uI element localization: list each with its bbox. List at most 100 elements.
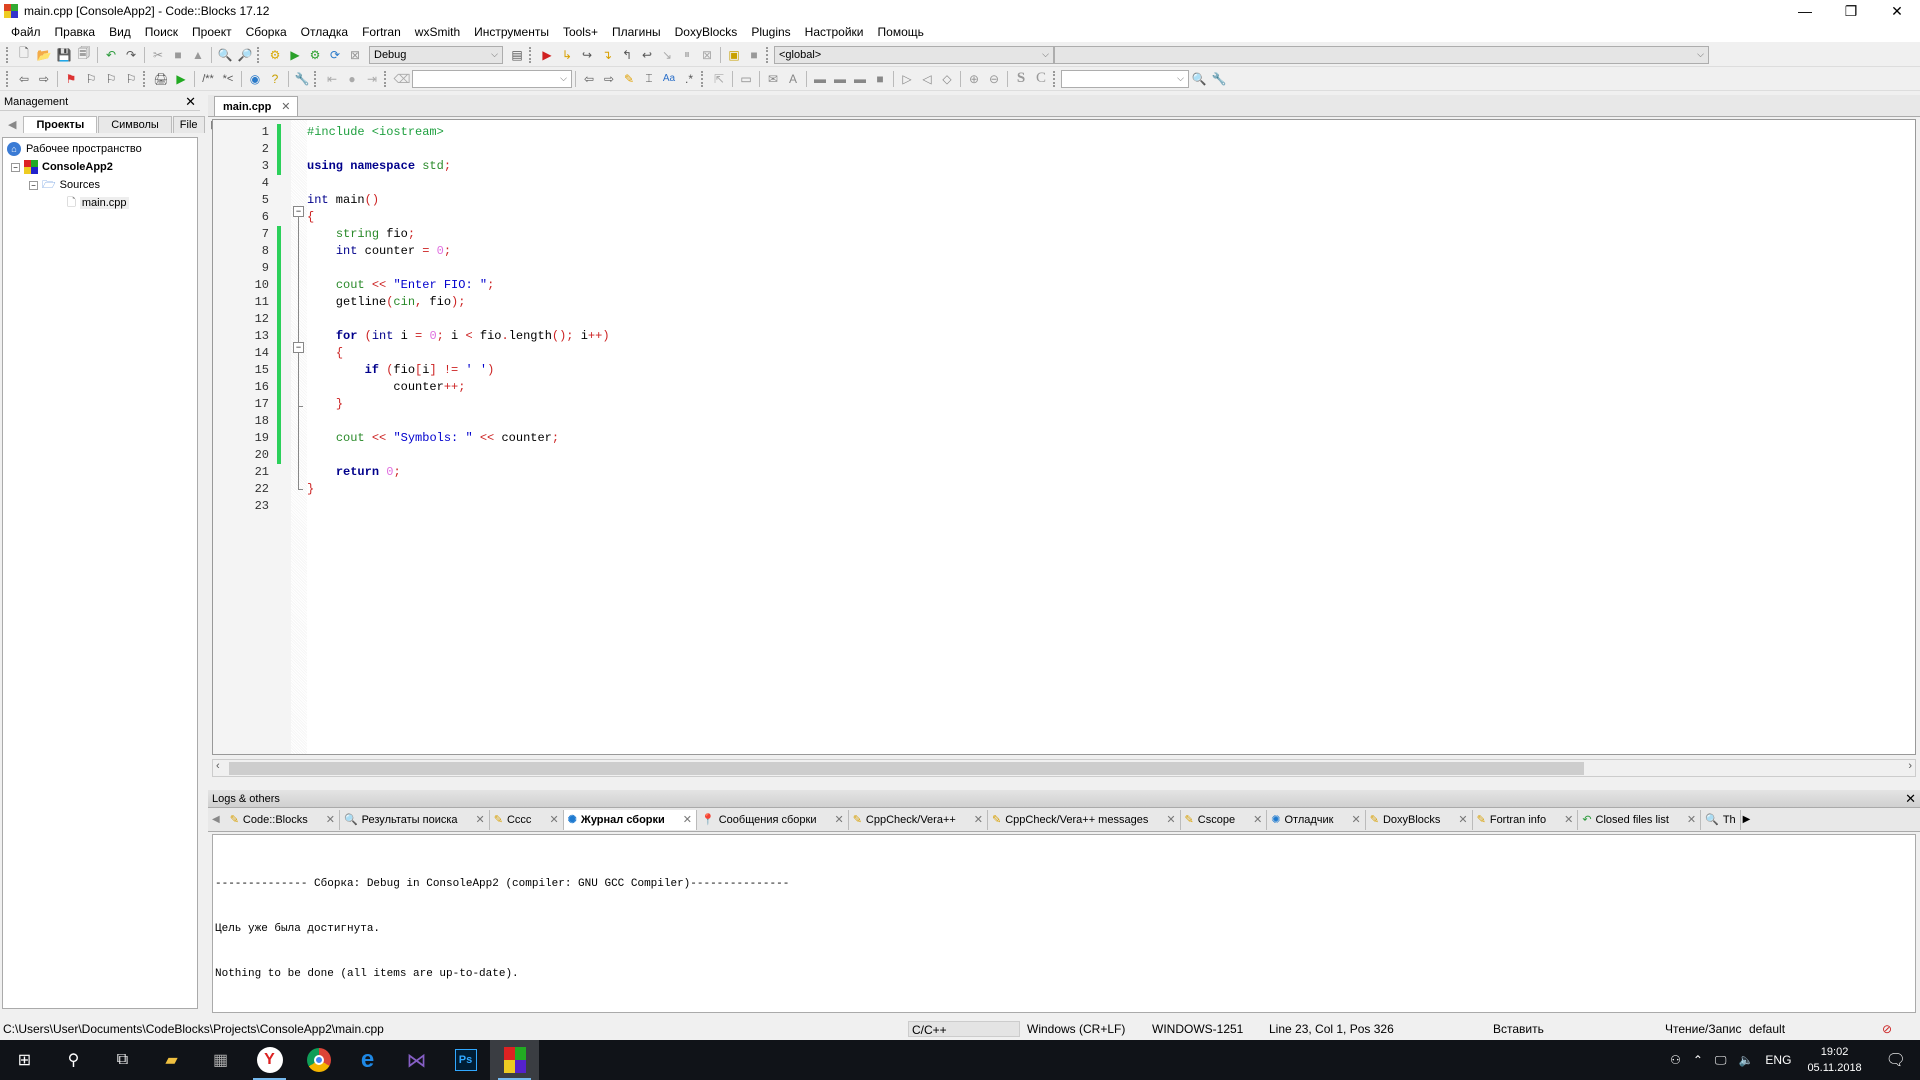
run-icon[interactable]: ▶ [285, 46, 305, 64]
task-view-icon[interactable]: ⧉ [98, 1040, 147, 1080]
s-icon[interactable]: S [1011, 70, 1031, 88]
yandex-browser-icon[interactable]: Y [245, 1040, 294, 1080]
config-wrench-icon[interactable]: 🔧 [292, 70, 312, 88]
zoom-out-icon[interactable]: ⊖ [984, 70, 1004, 88]
zoom-in-icon[interactable]: ⊕ [964, 70, 984, 88]
close-tab-icon[interactable]: ✕ [281, 100, 290, 113]
step-into-instruction-icon[interactable]: ↘ [657, 46, 677, 64]
chrome-icon[interactable] [294, 1040, 343, 1080]
cut-icon[interactable]: ✂ [148, 46, 168, 64]
select-cursor-icon[interactable]: ⇱ [709, 70, 729, 88]
toolbar-grip[interactable] [143, 70, 147, 87]
toolbar-grip[interactable] [1053, 70, 1057, 87]
tree-item-sources[interactable]: − 🗁 Sources [3, 176, 197, 194]
run-html-icon[interactable]: ◉ [245, 70, 265, 88]
menu-tools-plus[interactable]: Tools+ [556, 25, 605, 39]
line-comment-icon[interactable]: *< [218, 70, 238, 88]
build-options-icon[interactable]: ▤ [507, 46, 527, 64]
search-forward-icon[interactable]: ⇨ [599, 70, 619, 88]
save-icon[interactable]: 💾 [54, 46, 74, 64]
log-tab[interactable]: ↶ Closed files list ✕ [1578, 809, 1702, 830]
toolbar-grip[interactable] [6, 70, 10, 87]
close-tab-icon[interactable]: ✕ [1564, 813, 1573, 826]
close-tab-icon[interactable]: ✕ [834, 813, 843, 826]
menu-file[interactable]: Файл [4, 25, 48, 39]
back-icon[interactable]: ⇦ [14, 70, 34, 88]
stop-debug-icon[interactable]: ⊠ [697, 46, 717, 64]
tree-item-project[interactable]: − ConsoleApp2 [3, 158, 197, 176]
next-instruction-icon[interactable]: ↩ [637, 46, 657, 64]
close-tab-icon[interactable]: ✕ [1253, 813, 1262, 826]
log-tab[interactable]: ✺ Журнал сборки ✕ [563, 809, 698, 830]
menu-plugins[interactable]: Plugins [744, 25, 797, 39]
horizontal-scrollbar[interactable]: ‹ › [212, 759, 1916, 777]
menu-build[interactable]: Сборка [239, 25, 294, 39]
logs-close-icon[interactable]: ✕ [1905, 791, 1916, 807]
arrow-right-shape-icon[interactable]: ▷ [897, 70, 917, 88]
selected-text-icon[interactable]: ⌶ [639, 70, 659, 88]
copy-icon[interactable]: ■ [168, 46, 188, 64]
close-tab-icon[interactable]: ✕ [1166, 813, 1175, 826]
tab-projects[interactable]: Проекты [23, 116, 98, 133]
run-chm-icon[interactable]: ? [265, 70, 285, 88]
log-tab[interactable]: 🔍 Th [1701, 809, 1741, 830]
arrow-left-shape-icon[interactable]: ◁ [917, 70, 937, 88]
close-tab-icon[interactable]: ✕ [1458, 813, 1467, 826]
redo-icon[interactable]: ↷ [121, 46, 141, 64]
close-tab-icon[interactable]: ✕ [326, 813, 335, 826]
log-tab[interactable]: ✎ Cccc ✕ [490, 809, 564, 830]
edge-icon[interactable]: e [343, 1040, 392, 1080]
open-file-icon[interactable]: 📂 [34, 46, 54, 64]
close-tab-icon[interactable]: ✕ [1687, 813, 1696, 826]
code-editor[interactable]: 1 #include <iostream> 2 3 using namespace st… [212, 119, 1916, 755]
close-tab-icon[interactable]: ✕ [476, 813, 485, 826]
build-icon[interactable]: ⚙ [265, 46, 285, 64]
collapse-icon[interactable]: − [29, 180, 38, 190]
bookmark-prev-icon[interactable]: ⚐ [81, 70, 101, 88]
build-target-select[interactable]: Debug ⌵ [369, 45, 503, 64]
log-tab[interactable]: ✎ DoxyBlocks ✕ [1366, 809, 1473, 830]
log-tabs-scroll-right-icon[interactable]: ▶ [1743, 814, 1751, 825]
replace-icon[interactable]: 🔎 [235, 46, 255, 64]
tree-item-main-cpp[interactable]: 🗋 main.cpp [3, 194, 197, 212]
toolbar-grip[interactable] [384, 70, 388, 87]
new-file-icon[interactable]: 🗋 [14, 46, 34, 64]
c-icon[interactable]: C [1031, 70, 1051, 88]
scroll-left-icon[interactable]: ‹ [216, 760, 220, 772]
menu-view[interactable]: Вид [102, 25, 138, 39]
tools-wrench-icon[interactable]: 🔧 [1209, 70, 1229, 88]
run-to-cursor-icon[interactable]: ↳ [557, 46, 577, 64]
step-into-icon[interactable]: ↴ [597, 46, 617, 64]
bookmark-clear-icon[interactable]: ⚐ [121, 70, 141, 88]
log-tab[interactable]: 🔍 Результаты поиска ✕ [340, 809, 490, 830]
block-3-icon[interactable]: ▬ [850, 70, 870, 88]
debug-start-icon[interactable]: ▶ [537, 46, 557, 64]
doxywizard-icon[interactable]: 🖨 [151, 70, 171, 88]
bookmark-next-icon[interactable]: ⚐ [101, 70, 121, 88]
forward-icon[interactable]: ⇨ [34, 70, 54, 88]
restore-button[interactable]: ❐ [1828, 0, 1874, 22]
toolbar-grip[interactable] [766, 46, 770, 63]
log-tab[interactable]: ✎ CppCheck/Vera++ messages ✕ [988, 809, 1181, 830]
windows-start-icon[interactable]: ⊞ [0, 1040, 49, 1080]
visual-studio-icon[interactable]: ⋈ [392, 1040, 441, 1080]
abort-icon[interactable]: ⊠ [345, 46, 365, 64]
find-magnifier-icon[interactable]: 🔍 [1189, 70, 1209, 88]
toolbar-grip[interactable] [314, 70, 318, 87]
shape-rect-icon[interactable]: ▭ [736, 70, 756, 88]
close-tab-icon[interactable]: ✕ [549, 813, 558, 826]
log-tab[interactable]: 📍 Сообщения сборки ✕ [697, 809, 849, 830]
prev-position-icon[interactable]: ⇤ [322, 70, 342, 88]
fold-toggle-icon[interactable]: − [293, 342, 304, 353]
log-tab[interactable]: ✺ Отладчик ✕ [1267, 809, 1366, 830]
find-combo[interactable]: ⌵ [1061, 69, 1189, 88]
menu-wxsmith[interactable]: wxSmith [408, 25, 467, 39]
fold-toggle-icon[interactable]: − [293, 206, 304, 217]
step-out-icon[interactable]: ↰ [617, 46, 637, 64]
toolbar-grip[interactable] [257, 46, 261, 63]
tabs-scroll-left-icon[interactable]: ◀ [2, 116, 22, 133]
block-1-icon[interactable]: ▬ [810, 70, 830, 88]
highlight-icon[interactable]: ✎ [619, 70, 639, 88]
network-icon[interactable]: 🖵 [1715, 1053, 1727, 1068]
tree-item-workspace[interactable]: ⌂ Рабочее пространство [3, 140, 197, 158]
